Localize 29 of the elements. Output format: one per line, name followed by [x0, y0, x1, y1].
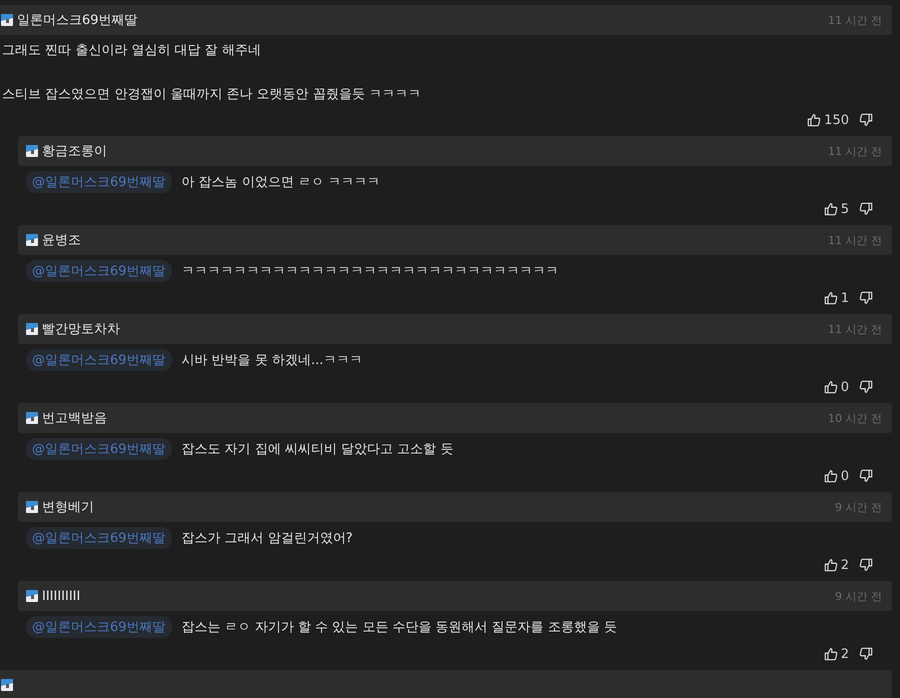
timestamp: 11 시간 전: [828, 322, 882, 336]
like-button[interactable]: 0: [824, 466, 849, 486]
author-name[interactable]: IIIIIIIIII: [42, 588, 80, 604]
reply-text: 잡스도 자기 집에 씨씨티비 달았다고 고소할 듯: [182, 441, 454, 458]
author-name[interactable]: 윤병조: [42, 231, 81, 249]
author-name[interactable]: 황금조롱이: [42, 142, 107, 160]
comment-text: 스티브 잡스였으면 안경잽이 울때까지 존나 오랫동안 꼽줬을듯 ㅋㅋㅋㅋ: [2, 86, 422, 104]
reply-text: 아 잡스놈 이었으면 ㄹㅇ ㅋㅋㅋㅋ: [182, 174, 380, 191]
timestamp: 11 시간 전: [828, 12, 882, 28]
reply-text: ㅋㅋㅋㅋㅋㅋㅋㅋㅋㅋㅋㅋㅋㅋㅋㅋㅋㅋㅋㅋㅋㅋㅋㅋㅋㅋㅋㅋㅋ: [182, 263, 559, 280]
like-button[interactable]: 150: [807, 110, 849, 130]
like-button[interactable]: 5: [824, 199, 849, 219]
timestamp: 9 시간 전: [835, 588, 882, 604]
timestamp: 10 시간 전: [828, 410, 882, 426]
reply-text: 잡스가 그래서 암걸린거였어?: [182, 530, 353, 547]
like-button[interactable]: 2: [824, 644, 849, 664]
timestamp: 11 시간 전: [828, 232, 882, 248]
author-name[interactable]: 빨간망토차차: [42, 320, 120, 338]
author-name[interactable]: 변형베기: [42, 498, 94, 516]
like-button[interactable]: 2: [824, 555, 849, 575]
reply-text: 시바 반박을 못 하겠네...ㅋㅋㅋ: [182, 352, 362, 369]
timestamp: 11 시간 전: [828, 144, 882, 158]
reply-text: 잡스는 ㄹㅇ 자기가 할 수 있는 모든 수단을 동원해서 질문자를 조롱했을 듯: [182, 619, 618, 636]
timestamp: 9 시간 전: [835, 500, 882, 514]
like-button[interactable]: 1: [824, 288, 849, 308]
author-name[interactable]: 일론머스크69번째딸: [17, 11, 138, 29]
like-button[interactable]: 0: [824, 377, 849, 397]
comment-text: 그래도 찐따 출신이라 열심히 대답 잘 해주네: [2, 42, 262, 60]
author-name[interactable]: 번고백받음: [42, 409, 107, 427]
